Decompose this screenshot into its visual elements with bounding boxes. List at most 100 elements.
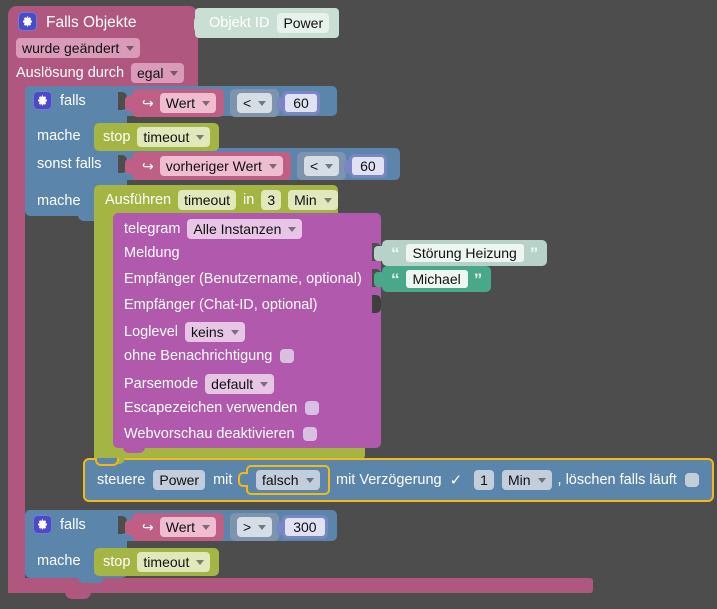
condition-block-2[interactable]: ↪ vorheriger Wert < 60 (125, 152, 387, 181)
telegram-row-silent[interactable]: ohne Benachrichtigung (124, 348, 295, 364)
gear-icon[interactable] (33, 515, 52, 534)
telegram-row-escape[interactable]: Escapezeichen verwenden (124, 400, 320, 416)
stop-name-1[interactable]: timeout (137, 127, 211, 148)
telegram-block-notch (123, 446, 145, 453)
condition-1-number[interactable]: 60 (285, 94, 317, 113)
control-delay-row[interactable]: mit Verzögerung ✓ 1 Min , löschen falls … (336, 470, 699, 491)
condition-2-operator[interactable]: < (303, 156, 340, 177)
event-trigger-dropdown[interactable]: wurde geändert (16, 38, 141, 59)
event-gear-button[interactable] (18, 12, 37, 31)
telegram-title: telegram (124, 220, 181, 237)
control-clear-checkbox[interactable] (684, 473, 699, 488)
condition-3-number[interactable]: 300 (285, 518, 325, 537)
timeout-name[interactable]: timeout (178, 190, 237, 211)
timeout-amount[interactable]: 3 (261, 190, 282, 211)
return-arrow-icon: ↪ (142, 94, 154, 111)
telegram-loglevel-dropdown[interactable]: keins (185, 322, 245, 343)
blockly-canvas[interactable]: Falls Objekte wurde geändert Auslösung d… (0, 0, 717, 609)
event-trigger-value: wurde geändert (22, 40, 120, 56)
telegram-instance-dropdown[interactable]: Alle Instanzen (187, 219, 303, 240)
condition-1-variable[interactable]: Wert (159, 93, 217, 114)
stop-name-2[interactable]: timeout (137, 552, 211, 573)
control-target[interactable]: Power (153, 470, 206, 491)
chevron-down-icon (202, 100, 211, 106)
event-block-title: Falls Objekte (46, 14, 137, 31)
chevron-down-icon (323, 197, 332, 203)
chevron-down-icon (258, 524, 267, 530)
object-id-label: Objekt ID (209, 14, 270, 31)
chevron-down-icon (170, 70, 179, 76)
event-source-dropdown[interactable]: egal (131, 63, 185, 84)
chevron-down-icon (305, 477, 314, 483)
telegram-escape-checkbox[interactable] (305, 401, 320, 416)
object-id-block[interactable]: Objekt ID Power (194, 8, 340, 39)
condition-3-operator[interactable]: > (237, 517, 273, 538)
control-block-notch (95, 458, 119, 466)
control-delay-unit[interactable]: Min (501, 470, 552, 491)
if-block-2-gear-button[interactable] (33, 515, 52, 534)
telegram-title-row[interactable]: telegram Alle Instanzen (124, 219, 303, 240)
telegram-escape-label: Escapezeichen verwenden (124, 400, 298, 416)
telegram-silent-label: ohne Benachrichtigung (124, 348, 273, 364)
telegram-webpreview-checkbox[interactable] (302, 427, 317, 442)
control-delay-label: mit Verzögerung (336, 471, 442, 488)
condition-1-number-block[interactable]: 60 (282, 91, 320, 116)
chevron-down-icon (202, 524, 211, 530)
event-block-footer-notch (65, 591, 91, 599)
condition-block-1[interactable]: ↪ Wert < 60 (125, 89, 320, 118)
event-source-value: egal (137, 65, 164, 81)
text-block-stoerung-heizung[interactable]: “ Störung Heizung ” (374, 240, 548, 266)
text-value-2[interactable]: Michael (405, 270, 468, 288)
stop-verb-2: stop (103, 553, 131, 570)
telegram-silent-checkbox[interactable] (280, 349, 295, 364)
text-value-1[interactable]: Störung Heizung (405, 244, 524, 262)
telegram-chatid-socket (372, 295, 381, 313)
chevron-down-icon (288, 226, 297, 232)
chevron-down-icon (258, 100, 267, 106)
check-icon[interactable]: ✓ (450, 473, 463, 488)
if-block-1-do-label: mache (37, 128, 81, 144)
stop-block-1-notch (103, 145, 125, 151)
chevron-down-icon (537, 477, 546, 483)
telegram-row-meldung-label: Meldung (124, 245, 180, 261)
telegram-row-username-label: Empfänger (Benutzername, optional) (124, 271, 362, 287)
condition-3-number-block[interactable]: 300 (282, 515, 328, 540)
control-clear-label: , löschen falls läuft (557, 471, 677, 488)
telegram-row-chatid-label: Empfänger (Chat-ID, optional) (124, 297, 318, 313)
event-source-label: Auslösung durch (16, 65, 125, 81)
control-delay-amount[interactable]: 1 (474, 470, 494, 491)
if-block-1-elsedo-label: mache (37, 193, 81, 209)
timeout-unit[interactable]: Min (288, 190, 338, 211)
gear-icon[interactable] (33, 91, 52, 110)
open-quote-icon: “ (391, 243, 400, 263)
condition-1-operator[interactable]: < (237, 93, 273, 114)
condition-3-variable[interactable]: Wert (159, 517, 217, 538)
control-block-row[interactable]: steuere Power mit (97, 470, 232, 491)
telegram-row-parsemode[interactable]: Parsemode default (124, 374, 275, 395)
condition-2-number[interactable]: 60 (352, 157, 384, 176)
chevron-down-icon (325, 163, 334, 169)
timeout-in-label: in (243, 191, 255, 208)
condition-2-variable[interactable]: vorheriger Wert (159, 156, 283, 177)
gear-icon[interactable] (18, 12, 37, 31)
telegram-parsemode-dropdown[interactable]: default (205, 374, 275, 395)
chevron-down-icon (230, 329, 239, 335)
if-block-2-if-label: falls (60, 517, 86, 533)
condition-block-3[interactable]: ↪ Wert > 300 (125, 513, 328, 542)
open-quote-icon: “ (391, 269, 400, 289)
condition-2-number-block[interactable]: 60 (349, 154, 387, 179)
object-id-value[interactable]: Power (277, 13, 330, 34)
control-value-block[interactable]: falsch (238, 465, 330, 496)
text-block-michael[interactable]: “ Michael ” (374, 266, 492, 292)
timeout-verb: Ausführen (105, 191, 172, 208)
chevron-down-icon (268, 163, 277, 169)
timeout-block-header-row[interactable]: Ausführen timeout in 3 Min (105, 190, 338, 211)
if-block-1-gear-button[interactable] (33, 91, 52, 110)
telegram-row-loglevel[interactable]: Loglevel keins (124, 322, 245, 343)
control-value-dropdown[interactable]: falsch (256, 470, 320, 491)
return-arrow-icon: ↪ (142, 157, 154, 174)
telegram-webpreview-label: Webvorschau deaktivieren (124, 426, 295, 442)
telegram-loglevel-label: Loglevel (124, 323, 179, 340)
telegram-row-webpreview[interactable]: Webvorschau deaktivieren (124, 427, 317, 442)
telegram-parsemode-label: Parsemode (124, 375, 199, 392)
